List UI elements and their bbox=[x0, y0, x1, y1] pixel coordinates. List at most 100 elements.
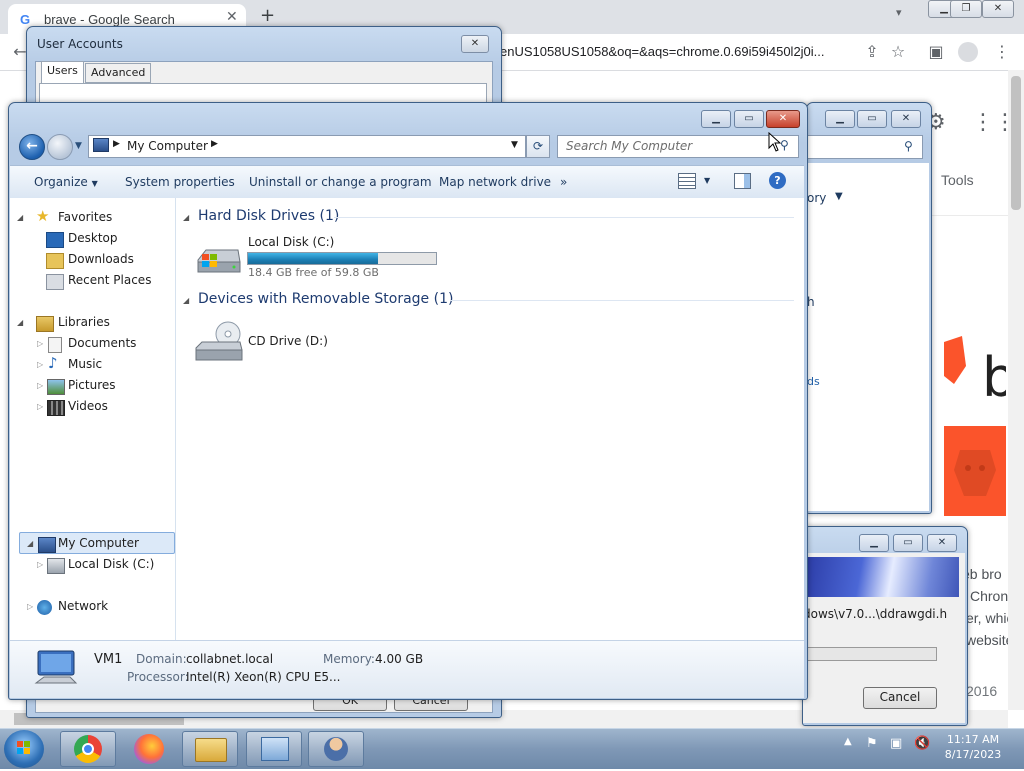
side-panel-icon[interactable]: ▣ bbox=[926, 42, 946, 62]
volume-muted-icon[interactable]: 🔇 bbox=[914, 736, 930, 751]
nav-libraries[interactable]: Libraries bbox=[58, 315, 110, 329]
local-disk-name[interactable]: Local Disk (C:) bbox=[248, 235, 334, 249]
nav-pictures[interactable]: Pictures bbox=[68, 378, 116, 392]
nav-favorites[interactable]: Favorites bbox=[58, 210, 112, 224]
collapse-group-icon[interactable]: ◢ bbox=[183, 213, 189, 222]
system-properties-button[interactable]: System properties bbox=[125, 175, 235, 189]
preview-pane-icon[interactable] bbox=[734, 173, 751, 189]
progress-maximize-button[interactable]: ▭ bbox=[893, 534, 923, 552]
processor-value: Intel(R) Xeon(R) CPU E5... bbox=[186, 670, 341, 684]
collapsed-arrow-icon[interactable]: ▷ bbox=[37, 360, 43, 369]
collapse-group-icon[interactable]: ◢ bbox=[183, 296, 189, 305]
nav-desktop[interactable]: Desktop bbox=[68, 231, 118, 245]
organize-label: Organize bbox=[34, 175, 88, 189]
taskbar-control-panel-button[interactable] bbox=[246, 731, 302, 767]
search-input[interactable]: Search My Computer ⚲ bbox=[557, 135, 799, 158]
memory-label: Memory: bbox=[323, 652, 375, 666]
progress-cancel-button[interactable]: Cancel bbox=[863, 687, 937, 709]
firefox-icon[interactable] bbox=[134, 734, 164, 764]
bookmark-star-icon[interactable]: ☆ bbox=[888, 42, 908, 62]
address-location[interactable]: My Computer bbox=[127, 139, 208, 153]
nav-videos[interactable]: Videos bbox=[68, 399, 108, 413]
collapsed-arrow-icon[interactable]: ▷ bbox=[37, 560, 43, 569]
expand-arrow-icon[interactable]: ◢ bbox=[17, 318, 23, 327]
uninstall-program-button[interactable]: Uninstall or change a program bbox=[249, 175, 432, 189]
bg-minimize-button[interactable]: ▁ bbox=[825, 110, 855, 128]
collapsed-arrow-icon[interactable]: ▷ bbox=[37, 381, 43, 390]
tab-users[interactable]: Users bbox=[41, 61, 84, 84]
nav-my-computer[interactable]: My Computer bbox=[58, 536, 139, 550]
maximize-button[interactable]: ▭ bbox=[734, 110, 764, 128]
network-status-icon[interactable]: ▣ bbox=[890, 736, 902, 751]
chrome-restore-button[interactable]: ❐ bbox=[950, 0, 982, 18]
chevron-down-icon[interactable]: ▼ bbox=[704, 176, 710, 185]
address-bar[interactable]: ▶ My Computer ▶ ▼ bbox=[88, 135, 526, 158]
change-view-icon[interactable] bbox=[678, 173, 696, 189]
bg-maximize-button[interactable]: ▭ bbox=[857, 110, 887, 128]
cd-drive-name[interactable]: CD Drive (D:) bbox=[248, 334, 328, 348]
user-accounts-close-button[interactable]: ✕ bbox=[461, 35, 489, 53]
nav-music[interactable]: Music bbox=[68, 357, 102, 371]
taskbar-chrome-button[interactable] bbox=[60, 731, 116, 767]
more-commands-button[interactable]: » bbox=[560, 175, 567, 189]
new-tab-button[interactable]: + bbox=[260, 5, 275, 26]
close-button[interactable]: ✕ bbox=[766, 110, 800, 128]
bg-close-button[interactable]: ✕ bbox=[891, 110, 921, 128]
nav-network[interactable]: Network bbox=[58, 599, 108, 613]
downloads-folder-icon bbox=[46, 253, 64, 269]
show-hidden-icons-icon[interactable]: ▲ bbox=[844, 736, 852, 747]
processor-label: Processor: bbox=[127, 670, 189, 684]
help-icon[interactable]: ? bbox=[769, 172, 786, 189]
nav-documents[interactable]: Documents bbox=[68, 336, 136, 350]
action-center-flag-icon[interactable]: ⚑ bbox=[866, 736, 878, 751]
start-button[interactable] bbox=[4, 730, 44, 768]
forward-button[interactable] bbox=[47, 134, 73, 160]
nav-recent-places[interactable]: Recent Places bbox=[68, 273, 151, 287]
hard-disk-group-header[interactable]: Hard Disk Drives (1) bbox=[198, 208, 339, 224]
minimize-button[interactable]: ▁ bbox=[701, 110, 731, 128]
bg-search-box[interactable]: ⚲ bbox=[807, 135, 923, 159]
address-dropdown-icon[interactable]: ▼ bbox=[511, 140, 518, 150]
removable-storage-group-header[interactable]: Devices with Removable Storage (1) bbox=[198, 291, 453, 307]
bg-partial-link[interactable]: ds bbox=[807, 375, 820, 388]
chrome-menu-icon[interactable]: ⋮ bbox=[992, 42, 1012, 62]
vertical-scrollbar-thumb[interactable] bbox=[1011, 76, 1021, 210]
back-button[interactable]: ← bbox=[19, 134, 45, 160]
search-tools-link[interactable]: Tools bbox=[941, 172, 974, 188]
taskbar-explorer-button[interactable] bbox=[182, 731, 238, 767]
progress-dialog: ▁ ▭ ✕ dows\v7.0...\ddrawgdi.h Cancel bbox=[802, 526, 968, 726]
breadcrumb-arrow-icon[interactable]: ▶ bbox=[211, 139, 218, 149]
profile-avatar-icon[interactable] bbox=[958, 42, 978, 62]
map-network-drive-button[interactable]: Map network drive bbox=[439, 175, 551, 189]
clock-date: 8/17/2023 bbox=[944, 748, 1002, 761]
pictures-icon bbox=[47, 379, 65, 395]
nav-downloads[interactable]: Downloads bbox=[68, 252, 134, 266]
snippet-line: Chron bbox=[970, 588, 1009, 604]
breadcrumb-arrow-icon[interactable]: ▶ bbox=[113, 139, 120, 149]
organize-menu[interactable]: Organize ▼ bbox=[34, 175, 98, 189]
collapsed-arrow-icon[interactable]: ▷ bbox=[37, 402, 43, 411]
tab-search-icon[interactable]: ▾ bbox=[896, 6, 902, 19]
command-bar: Organize ▼ System properties Uninstall o… bbox=[10, 165, 804, 199]
refresh-button[interactable]: ⟳ bbox=[526, 135, 550, 158]
expand-arrow-icon[interactable]: ◢ bbox=[17, 213, 23, 222]
hard-drive-icon[interactable] bbox=[194, 242, 242, 280]
computer-name: VM1 bbox=[94, 652, 123, 667]
taskbar-user-accounts-button[interactable] bbox=[308, 731, 364, 767]
collapsed-arrow-icon[interactable]: ▷ bbox=[37, 339, 43, 348]
chrome-close-button[interactable]: ✕ bbox=[982, 0, 1014, 18]
close-tab-icon[interactable]: ✕ bbox=[226, 9, 238, 25]
recent-pages-chevron-icon[interactable]: ▼ bbox=[75, 141, 82, 151]
tab-advanced[interactable]: Advanced bbox=[85, 63, 152, 83]
documents-icon bbox=[48, 337, 62, 353]
system-clock[interactable]: 11:17 AM 8/17/2023 bbox=[940, 733, 1006, 761]
progress-minimize-button[interactable]: ▁ bbox=[859, 534, 889, 552]
nav-local-disk[interactable]: Local Disk (C:) bbox=[68, 557, 154, 571]
cd-drive-icon[interactable] bbox=[194, 320, 244, 364]
collapsed-arrow-icon[interactable]: ▷ bbox=[27, 602, 33, 611]
progress-close-button[interactable]: ✕ bbox=[927, 534, 957, 552]
share-icon[interactable]: ⇪ bbox=[862, 42, 882, 62]
desktop-icon bbox=[46, 232, 64, 248]
expand-arrow-icon[interactable]: ◢ bbox=[27, 539, 33, 548]
chrome-address-text[interactable]: enUS1058US1058&oq=&aqs=chrome.0.69i59i45… bbox=[500, 44, 825, 59]
